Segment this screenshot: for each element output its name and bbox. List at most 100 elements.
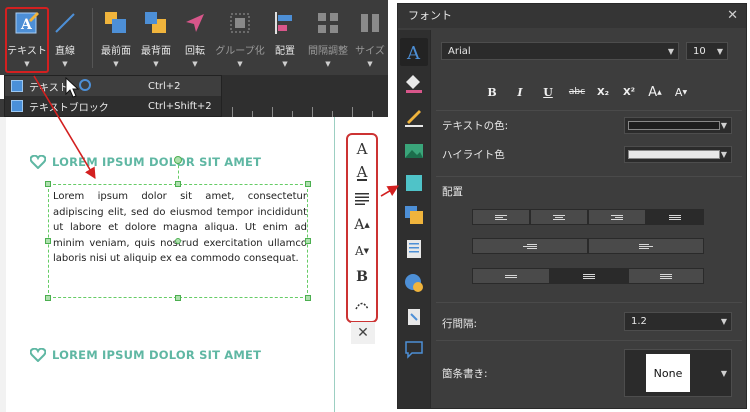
distribute-label: 間隔調整 [308, 46, 348, 57]
resize-handle[interactable] [45, 295, 51, 301]
section-divider [436, 302, 742, 303]
superscript-icon: X² [622, 86, 636, 98]
italic-icon: I [517, 85, 523, 99]
composite-screenshot: A テキスト ▼ 直線 ▼ 最前面 ▼ 最背面 ▼ 回転 ▼ グループ化 ▼ 配… [0, 0, 750, 412]
text-arc-icon [355, 302, 369, 310]
text-item-icon [11, 80, 23, 92]
font-size-select[interactable]: 10 ▼ [686, 42, 728, 60]
increase-font-button[interactable]: A ▲ [348, 215, 376, 235]
shadow-icon [406, 175, 422, 191]
menu-item-text-label: テキスト [29, 82, 69, 94]
tab-image[interactable] [403, 140, 425, 162]
section-divider [436, 176, 742, 177]
align-button[interactable]: 配置 ▼ [270, 6, 300, 72]
menu-item-text-block-shortcut: Ctrl+Shift+2 [148, 100, 212, 112]
align-center-icon [553, 214, 565, 220]
text-arc-button[interactable] [348, 295, 376, 315]
close-icon[interactable]: ✕ [727, 4, 738, 28]
subscript-icon: X₂ [596, 86, 610, 98]
align-center-button[interactable] [530, 209, 588, 225]
tab-comment[interactable] [403, 338, 425, 360]
resize-handle[interactable] [175, 295, 181, 301]
resize-handle[interactable] [305, 181, 311, 187]
strikethrough-button[interactable]: abc [566, 84, 588, 100]
align-left-button[interactable] [472, 209, 530, 225]
align-label: 配置 [275, 46, 295, 57]
rotate-button[interactable]: 回転 ▼ [180, 6, 210, 72]
bold-button[interactable]: B [484, 84, 500, 100]
align-top-button[interactable] [472, 268, 550, 284]
tab-font[interactable]: A [400, 38, 428, 66]
align-middle-button[interactable] [550, 268, 628, 284]
font-panel: フォント ✕ A Arial ▼ 10 ▼ B I U abc X₂ X² A … [397, 3, 747, 409]
highlight-color-picker[interactable]: ▼ [624, 146, 732, 163]
align-right-button[interactable] [588, 209, 646, 225]
bullets-label: 箇条書き: [442, 368, 488, 380]
tab-fill[interactable] [403, 72, 425, 94]
align-left-icon [495, 214, 507, 220]
send-to-back-label: 最背面 [141, 46, 171, 57]
resize-handle[interactable] [305, 295, 311, 301]
resize-handle[interactable] [45, 181, 51, 187]
line-spacing-select[interactable]: 1.2 ▼ [624, 312, 732, 331]
increase-indent-button[interactable] [588, 238, 704, 254]
resize-handle[interactable] [45, 238, 51, 244]
superscript-button[interactable]: X² [620, 84, 638, 100]
heading-2[interactable]: LOREM IPSUM DOLOR SIT AMET [30, 348, 261, 362]
bold-button[interactable]: B [348, 267, 376, 287]
text-box-body[interactable]: Lorem ipsum dolor sit amet, consectetur … [53, 189, 307, 267]
font-family-value: Arial [448, 45, 471, 57]
grow-font-button[interactable]: A ▲ [646, 84, 664, 100]
menu-item-text-block[interactable]: テキストブロック Ctrl+Shift+2 [5, 96, 221, 116]
chevron-down-icon: ▼ [720, 368, 727, 378]
tab-geometry[interactable] [403, 204, 425, 226]
decrease-font-button[interactable]: A ▼ [348, 241, 376, 261]
shrink-font-button[interactable]: A ▼ [672, 84, 690, 100]
italic-button[interactable]: I [512, 84, 528, 100]
tab-page[interactable] [403, 238, 425, 260]
page-list-icon [407, 240, 421, 258]
align-justify-icon [669, 214, 681, 220]
toolbar-divider [92, 8, 93, 68]
size-button[interactable]: サイズ ▼ [354, 6, 386, 72]
tab-line[interactable] [403, 106, 425, 128]
text-color-picker[interactable]: ▼ [624, 117, 732, 134]
send-to-back-button[interactable]: 最背面 ▼ [138, 6, 174, 72]
connection-point[interactable] [175, 238, 181, 244]
align-bottom-button[interactable] [628, 268, 704, 284]
heading-1[interactable]: LOREM IPSUM DOLOR SIT AMET [30, 155, 261, 169]
align-right-icon [611, 214, 623, 220]
text-dropdown-menu: テキスト Ctrl+2 テキストブロック Ctrl+Shift+2 [4, 75, 222, 117]
resize-handle[interactable] [305, 238, 311, 244]
distribute-button[interactable]: 間隔調整 ▼ [306, 6, 350, 72]
line-spacing-value: 1.2 [631, 316, 647, 327]
bring-to-front-button[interactable]: 最前面 ▼ [98, 6, 134, 72]
subscript-button[interactable]: X₂ [594, 84, 612, 100]
highlight-color-swatch [628, 150, 720, 159]
line-tool-button[interactable]: 直線 ▼ [50, 6, 80, 72]
align-justify-button[interactable] [646, 209, 704, 225]
panel-tab-bar: A [398, 30, 430, 408]
ruler-tick [232, 107, 233, 117]
menu-item-text[interactable]: テキスト Ctrl+2 [5, 76, 221, 96]
fill-bucket-icon [406, 75, 422, 93]
rotation-handle[interactable] [174, 156, 182, 164]
tab-shadow[interactable] [403, 172, 425, 194]
group-button[interactable]: グループ化 ▼ [214, 6, 266, 72]
ribbon-toolbar: A テキスト ▼ 直線 ▼ 最前面 ▼ 最背面 ▼ 回転 ▼ グループ化 ▼ 配… [0, 0, 388, 75]
resize-handle[interactable] [175, 181, 181, 187]
font-panel-button[interactable]: A [348, 139, 376, 159]
tab-attachment[interactable] [403, 306, 425, 328]
align-icon [275, 12, 292, 34]
paragraph-button[interactable] [348, 189, 376, 209]
font-family-select[interactable]: Arial ▼ [441, 42, 679, 60]
tab-hyperlink[interactable] [403, 272, 425, 294]
close-mini-toolbar-button[interactable]: ✕ [351, 322, 375, 344]
line-spacing-label: 行間隔: [442, 318, 478, 330]
font-color-button[interactable]: A [348, 163, 376, 183]
underline-button[interactable]: U [540, 84, 556, 100]
underline-icon: U [543, 85, 553, 99]
section-divider [436, 110, 742, 111]
bullets-value: None [653, 366, 683, 380]
decrease-indent-button[interactable] [472, 238, 588, 254]
